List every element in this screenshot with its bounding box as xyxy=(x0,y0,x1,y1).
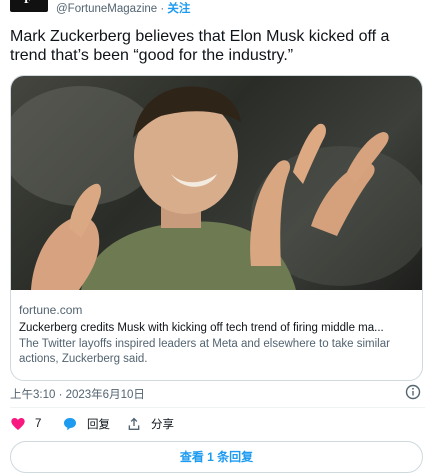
reply-label: 回复 xyxy=(87,419,110,431)
show-replies-label: 查看 1 条回复 xyxy=(179,450,254,464)
avatar[interactable]: F xyxy=(10,0,48,12)
follow-button[interactable]: 关注 xyxy=(167,3,190,15)
tweet-text: Mark Zuckerberg believes that Elon Musk … xyxy=(10,28,390,64)
card-domain: fortune.com xyxy=(19,303,83,317)
separator: · xyxy=(160,3,165,15)
card-image xyxy=(11,76,422,290)
timestamp[interactable]: 上午3:10 · 2023年6月10日 xyxy=(10,386,145,402)
heart-icon xyxy=(11,418,25,430)
author-line: @FortuneMagazine · 关注 xyxy=(56,0,190,16)
like-button[interactable]: 7 xyxy=(10,416,41,432)
author-handle[interactable]: @FortuneMagazine xyxy=(56,3,157,15)
photo-illustration xyxy=(11,86,422,290)
card-description: The Twitter layoffs inspired leaders at … xyxy=(19,338,390,365)
info-icon[interactable] xyxy=(405,384,421,400)
share-label: 分享 xyxy=(151,419,174,431)
avatar-letter: F xyxy=(24,0,31,7)
share-button[interactable]: 分享 xyxy=(126,416,174,432)
link-card[interactable]: fortune.com Zuckerberg credits Musk with… xyxy=(10,75,423,381)
divider xyxy=(10,407,425,408)
card-meta: fortune.com Zuckerberg credits Musk with… xyxy=(19,303,414,367)
like-count: 7 xyxy=(35,418,42,430)
reply-button[interactable]: 回复 xyxy=(62,416,110,432)
card-title[interactable]: Zuckerberg credits Musk with kicking off… xyxy=(19,322,414,334)
show-replies-button[interactable]: 查看 1 条回复 xyxy=(10,441,423,473)
reply-bubble-icon xyxy=(64,418,76,431)
share-icon xyxy=(128,417,140,430)
tweet-header: F @FortuneMagazine · 关注 xyxy=(0,0,435,16)
